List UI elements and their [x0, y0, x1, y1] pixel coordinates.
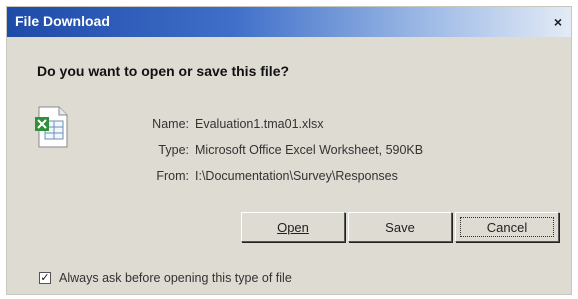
- file-type-label: Type:: [158, 143, 189, 157]
- cancel-button[interactable]: Cancel: [455, 212, 559, 242]
- checkmark-icon: ✓: [40, 271, 50, 284]
- title-bar[interactable]: File Download ×: [7, 7, 571, 37]
- file-type-row: Type: Microsoft Office Excel Worksheet, 5…: [131, 143, 423, 157]
- open-button[interactable]: Open: [241, 212, 345, 242]
- open-button-label: Open: [277, 219, 309, 235]
- save-button-label: Save: [385, 219, 415, 235]
- always-ask-row[interactable]: ✓ Always ask before opening this type of…: [39, 271, 292, 285]
- save-button[interactable]: Save: [348, 212, 452, 242]
- file-from-row: From: I:\Documentation\Survey\Responses: [131, 169, 398, 183]
- focus-rectangle: [460, 217, 554, 237]
- always-ask-label[interactable]: Always ask before opening this type of f…: [59, 271, 292, 285]
- close-icon: ×: [553, 14, 563, 30]
- file-from-value: I:\Documentation\Survey\Responses: [195, 169, 398, 183]
- file-from-label: From:: [156, 169, 189, 183]
- file-name-value: Evaluation1.tma01.xlsx: [195, 117, 324, 131]
- file-name-row: Name: Evaluation1.tma01.xlsx: [131, 117, 324, 131]
- file-type-value: Microsoft Office Excel Worksheet, 590KB: [195, 143, 424, 157]
- window-title: File Download: [15, 13, 110, 29]
- file-name-label: Name:: [152, 117, 189, 131]
- always-ask-checkbox[interactable]: ✓: [39, 272, 51, 284]
- file-download-dialog: File Download × Do you want to open or s…: [6, 6, 572, 295]
- close-button[interactable]: ×: [549, 13, 567, 31]
- excel-file-icon: [35, 106, 68, 148]
- dialog-question: Do you want to open or save this file?: [37, 63, 290, 79]
